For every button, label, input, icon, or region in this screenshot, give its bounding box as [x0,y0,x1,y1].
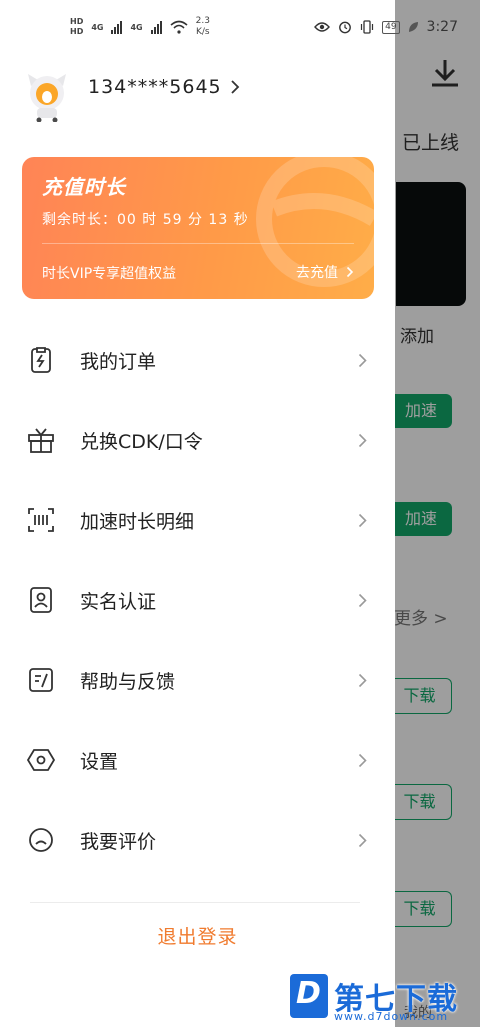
network-type: 4G [91,22,104,32]
divider [30,902,360,903]
menu-item-rate[interactable]: 我要评价 [0,800,395,880]
chevron-right-icon[interactable] [230,79,240,95]
menu-item-settings[interactable]: 设置 [0,720,395,800]
menu-item-speed-detail[interactable]: 加速时长明细 [0,480,395,560]
menu-item-orders[interactable]: 我的订单 [0,320,395,400]
site-watermark-logo: D 第七下载站 www.d7down.com [284,968,480,1027]
chevron-right-icon [358,433,367,447]
settings-icon [26,749,56,771]
recharge-title: 充值时长 [42,175,126,199]
menu-item-help-feedback[interactable]: 帮助与反馈 [0,640,395,720]
chevron-right-icon [358,673,367,687]
clock: 3:27 [426,19,458,35]
chevron-right-icon [346,266,354,278]
menu-label: 加速时长明细 [80,510,195,533]
menu-label: 兑换CDK/口令 [80,430,203,453]
remaining-time: 剩余时长：00 时 59 分 13 秒 [42,212,249,228]
profile-row[interactable]: 134****5645 [24,72,240,122]
chevron-right-icon [358,513,367,527]
avatar[interactable] [24,72,70,122]
feedback-icon [29,668,53,692]
user-phone[interactable]: 134****5645 [88,76,222,98]
status-bar: HD HD 4G 4G 2.3 K/s 49 3:27 [0,0,480,54]
watermark-url: www.d7down.com [334,1010,449,1023]
menu-item-redeem[interactable]: 兑换CDK/口令 [0,400,395,480]
go-recharge-label: 去充值 [296,265,338,281]
vibrate-icon [360,20,374,34]
menu-label: 帮助与反馈 [80,670,176,693]
network-type-2: 4G [130,22,143,32]
battery-icon: 49 [382,20,400,34]
menu-list: 我的订单 兑换CDK/口令 加速时长明细 实名认证 帮助与反馈 设置 我要评价 [0,320,395,880]
watermark-logo-icon: D [290,974,328,1018]
chevron-right-icon [358,353,367,367]
go-recharge-button[interactable]: 去充值 [296,262,354,282]
leaf-icon [408,22,418,32]
eye-icon [314,22,331,32]
chevron-right-icon [358,833,367,847]
menu-label: 我的订单 [80,350,157,373]
menu-label: 我要评价 [80,830,157,853]
speed-detail-icon [28,508,54,532]
vip-benefit-text: 时长VIP专享超值权益 [42,266,177,282]
wifi-icon [170,20,188,34]
recharge-card[interactable]: 充值时长 剩余时长：00 时 59 分 13 秒 时长VIP专享超值权益 去充值 [22,157,374,299]
net-speed: 2.3 K/s [196,16,210,38]
signal-icon-2 [150,20,162,34]
hd-icon: HD HD [70,17,84,36]
alarm-icon [339,21,351,34]
net-speed-value: 2.3 [195,16,210,26]
logout-button[interactable]: 退出登录 [0,920,395,954]
id-card-icon [30,587,52,613]
order-icon [31,347,51,373]
signal-icon [111,20,123,34]
menu-item-real-name[interactable]: 实名认证 [0,560,395,640]
status-right: 49 3:27 [314,19,458,35]
card-divider [42,243,354,244]
side-drawer: 134****5645 充值时长 剩余时长：00 时 59 分 13 秒 时长V… [0,0,395,1027]
net-speed-unit: K/s [195,27,210,37]
menu-label: 设置 [80,750,119,773]
chevron-right-icon [358,753,367,767]
rate-icon [29,828,53,852]
status-left: HD HD 4G 4G 2.3 K/s [70,16,210,38]
gift-icon [28,428,54,453]
chevron-right-icon [358,593,367,607]
menu-label: 实名认证 [80,590,157,613]
